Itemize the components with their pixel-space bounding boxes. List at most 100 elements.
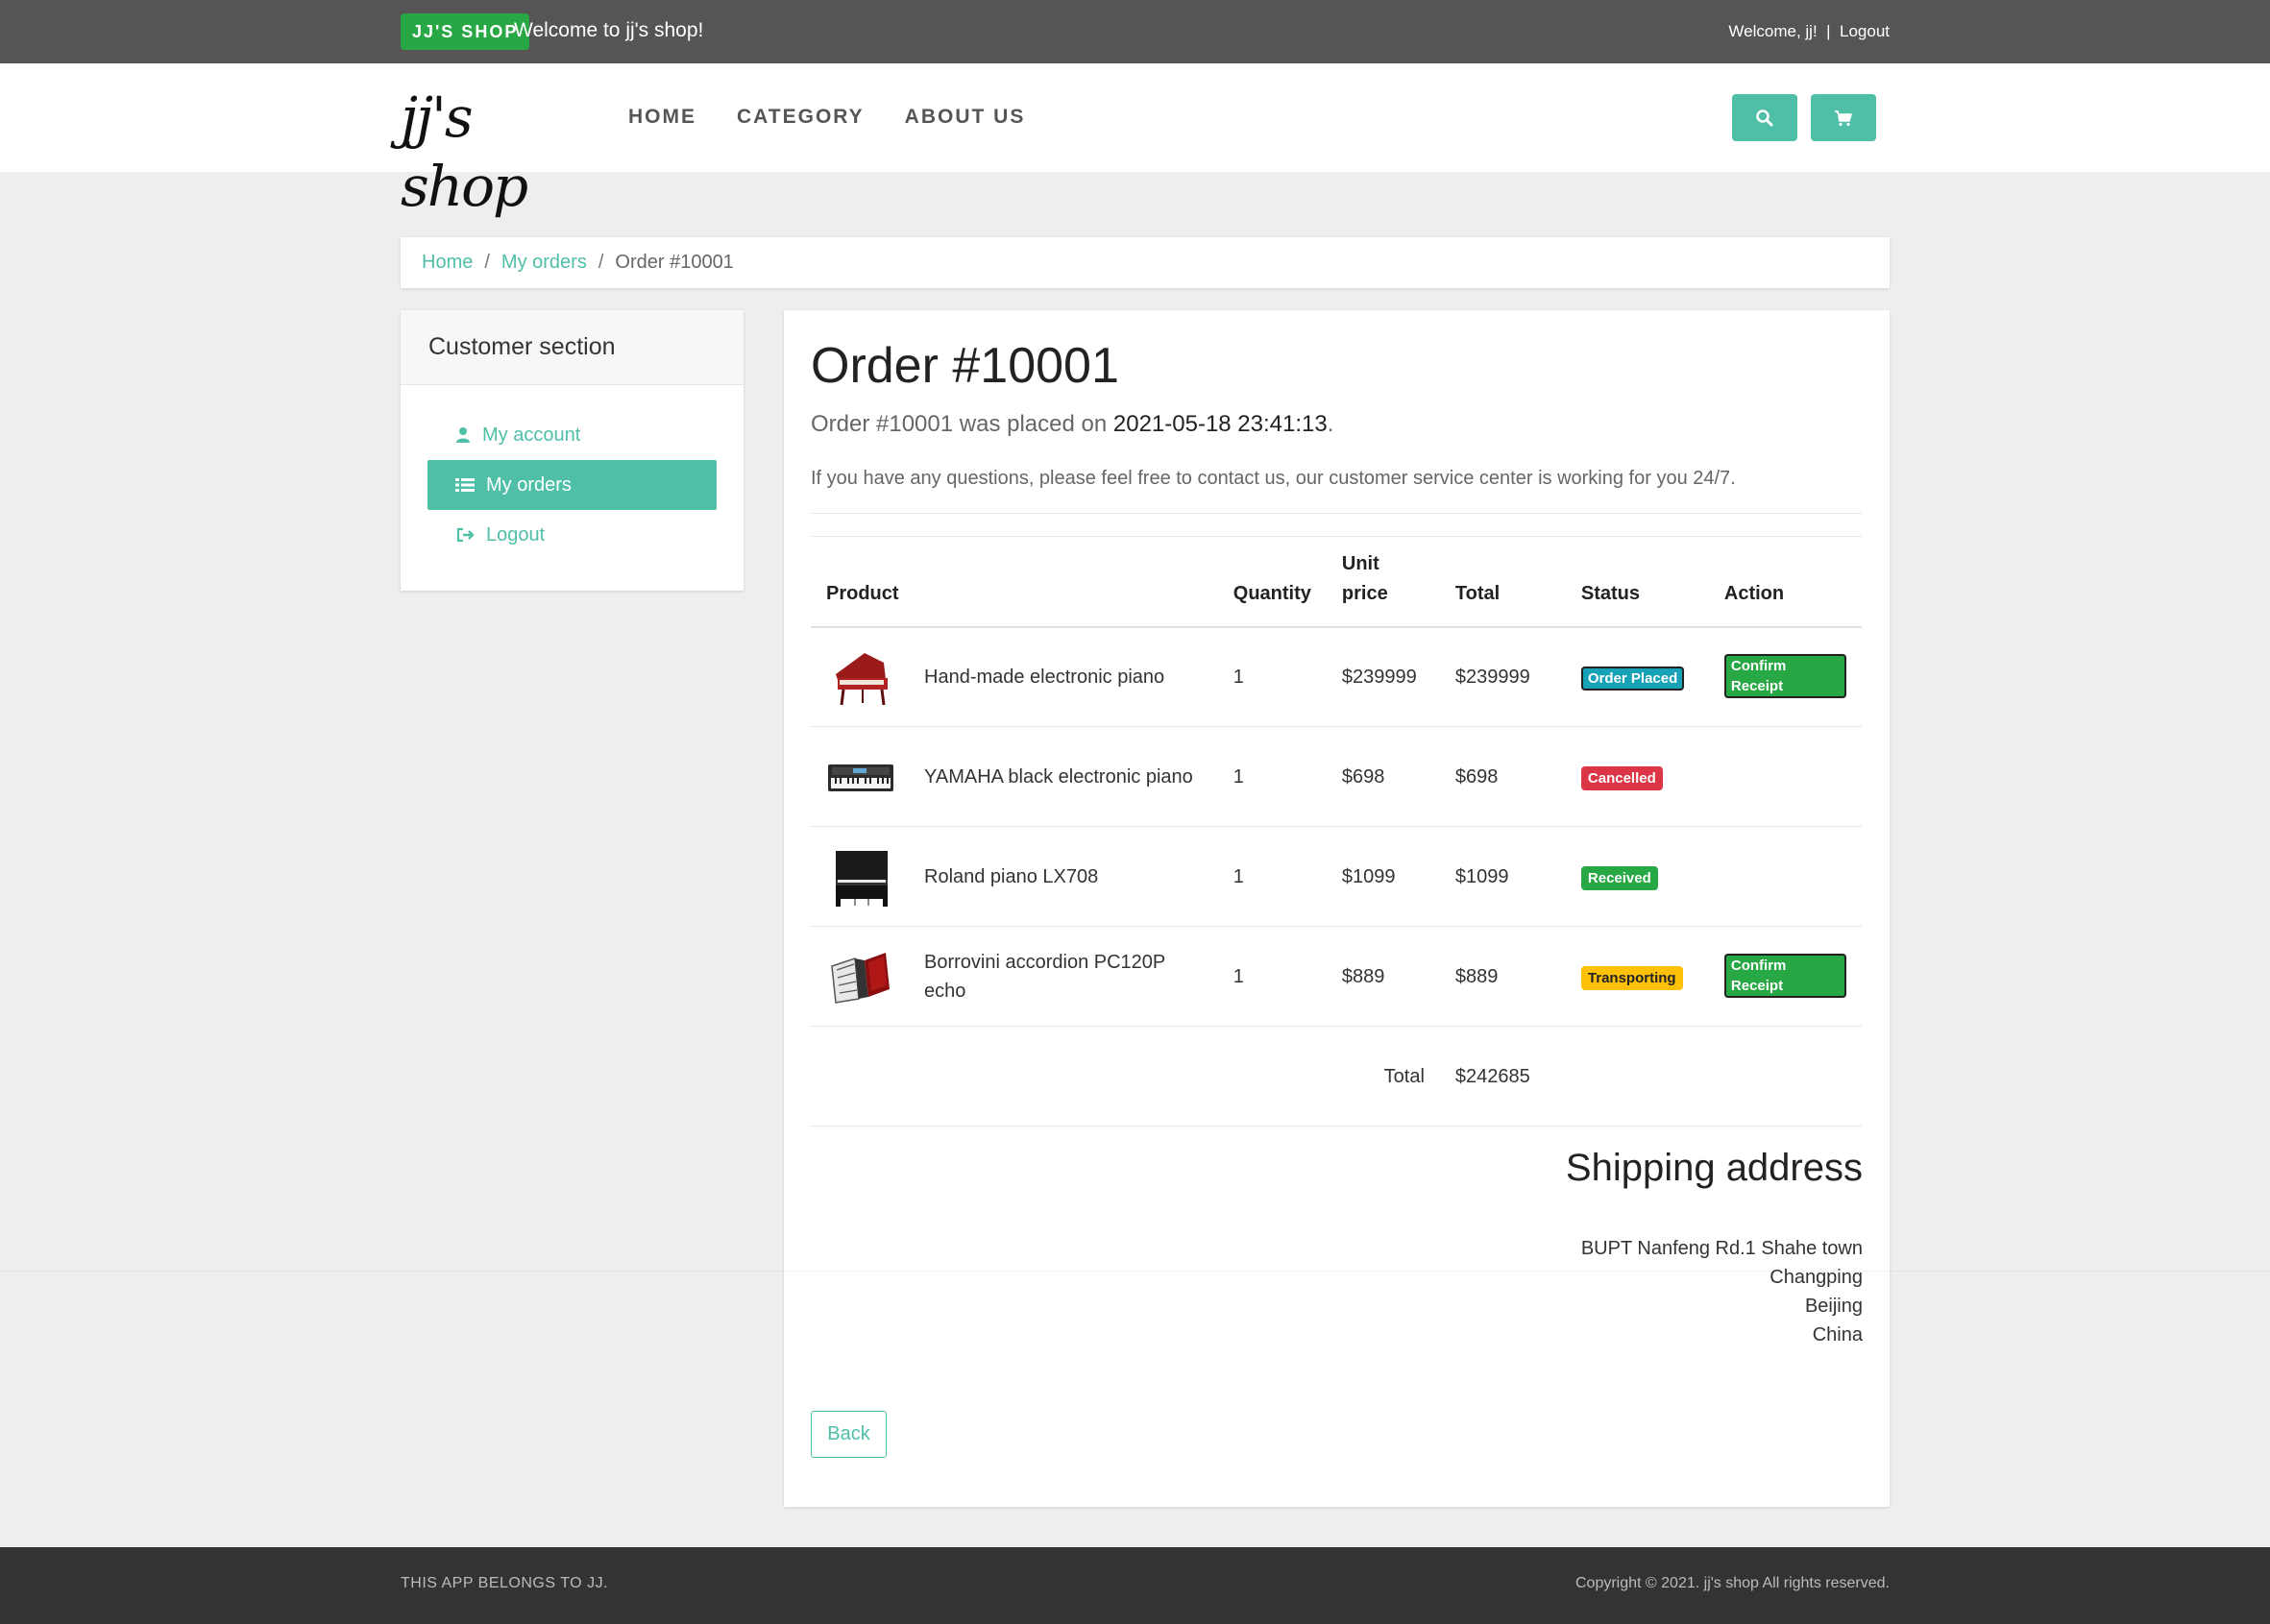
back-button[interactable]: Back (811, 1411, 887, 1458)
breadcrumb: Home / My orders / Order #10001 (401, 237, 1890, 288)
action-cell: Confirm Receipt (1708, 926, 1862, 1027)
product-total: $698 (1439, 726, 1566, 827)
breadcrumb-home[interactable]: Home (422, 252, 473, 274)
shipping-line: Changping (1770, 1267, 1863, 1288)
table-row: Roland piano LX708 1 $1099 $1099 Receive… (811, 826, 1862, 927)
product-name[interactable]: Borrovini accordion PC120P echo (909, 926, 1218, 1027)
status-badge: Transporting (1580, 965, 1683, 990)
order-date: 2021-05-18 23:41:13 (1112, 411, 1328, 437)
sidebar-item-logout[interactable]: Logout (427, 510, 717, 560)
product-image-cell (811, 726, 909, 827)
search-button[interactable] (1732, 94, 1797, 141)
sidebar-item-label: My account (482, 424, 581, 446)
accordion-image[interactable] (826, 945, 895, 1008)
status-cell: Cancelled (1565, 726, 1709, 827)
product-name[interactable]: Roland piano LX708 (909, 826, 1218, 927)
keyboard-image[interactable] (826, 745, 895, 809)
breadcrumb-separator: / (598, 252, 604, 273)
confirm-receipt-button[interactable]: Confirm Receipt (1723, 654, 1846, 699)
breadcrumb-current: Order #10001 (615, 252, 734, 273)
main-navbar: jj's shop HOME CATEGORY ABOUT US (0, 63, 2270, 219)
table-row: Borrovini accordion PC120P echo 1 $889 $… (811, 926, 1862, 1027)
order-total-row: Total $242685 (811, 1026, 1862, 1127)
upright-piano-image[interactable] (826, 845, 895, 909)
action-cell: Confirm Receipt (1708, 626, 1862, 727)
total-spacer (1565, 1026, 1709, 1127)
action-cell (1708, 826, 1862, 927)
sidebar-menu: My account My orders Logout (401, 385, 744, 560)
search-icon (1756, 109, 1773, 126)
sidebar-title: Customer section (401, 310, 744, 385)
product-total: $889 (1439, 926, 1566, 1027)
product-unit-price: $889 (1326, 926, 1440, 1027)
shipping-address-title: Shipping address (1565, 1147, 1863, 1189)
separator: | (1826, 22, 1831, 40)
order-placed-info: Order #10001 was placed on 2021-05-18 23… (811, 408, 1333, 441)
confirm-receipt-button[interactable]: Confirm Receipt (1723, 954, 1846, 998)
site-logo[interactable]: jj's shop (401, 83, 588, 219)
status-cell: Received (1565, 826, 1709, 927)
total-spacer (1708, 1026, 1862, 1127)
user-icon (456, 427, 470, 443)
welcome-message: Welcome to jj's shop! (514, 19, 704, 41)
column-header-unit-price: Unit price (1326, 536, 1440, 628)
cart-button[interactable] (1811, 94, 1876, 141)
order-title: Order #10001 (811, 338, 1119, 394)
divider (811, 513, 1862, 514)
sign-out-icon (456, 527, 475, 543)
action-cell (1708, 726, 1862, 827)
product-unit-price: $239999 (1326, 626, 1440, 727)
status-badge: Received (1580, 865, 1658, 890)
sidebar-item-my-orders[interactable]: My orders (427, 460, 717, 510)
nav-home-link[interactable]: HOME (628, 106, 696, 129)
sidebar-item-my-account[interactable]: My account (427, 410, 717, 460)
footer-note: THIS APP BELONGS TO JJ. (401, 1575, 609, 1591)
nav-about-link[interactable]: ABOUT US (905, 106, 1026, 129)
status-cell: Order Placed (1565, 626, 1709, 727)
breadcrumb-my-orders[interactable]: My orders (501, 252, 587, 274)
order-items-table: Product Quantity Unit price Total Status … (811, 536, 1862, 1127)
top-bar: JJ'S SHOP Welcome to jj's shop! Welcome,… (0, 0, 2270, 63)
status-badge: Cancelled (1580, 765, 1663, 790)
customer-sidebar: Customer section My account My orders Lo… (401, 310, 744, 591)
product-total: $239999 (1439, 626, 1566, 727)
top-logout-link[interactable]: Logout (1840, 22, 1890, 40)
sidebar-item-label: Logout (486, 523, 546, 545)
shop-badge: JJ'S SHOP (401, 13, 530, 50)
list-icon (455, 478, 475, 492)
status-cell: Transporting (1565, 926, 1709, 1027)
product-image-cell (811, 626, 909, 727)
order-detail-panel: Order #10001 Order #10001 was placed on … (784, 310, 1890, 1507)
product-quantity: 1 (1217, 826, 1327, 927)
nav-links: HOME CATEGORY ABOUT US (628, 106, 1025, 129)
breadcrumb-separator: / (484, 252, 490, 273)
column-header-unit-price-line2: price (1341, 582, 1388, 604)
product-quantity: 1 (1217, 626, 1327, 727)
red-grand-piano-image[interactable] (826, 645, 895, 709)
user-greeting[interactable]: Welcome, jj! (1728, 22, 1817, 40)
product-quantity: 1 (1217, 926, 1327, 1027)
shipping-line: Beijing (1804, 1296, 1863, 1317)
shipping-line: China (1812, 1324, 1863, 1345)
product-unit-price: $698 (1326, 726, 1440, 827)
order-total-value: $242685 (1439, 1026, 1566, 1127)
table-row: YAMAHA black electronic piano 1 $698 $69… (811, 726, 1862, 827)
sidebar-item-label: My orders (486, 473, 572, 496)
product-total: $1099 (1439, 826, 1566, 927)
product-name[interactable]: YAMAHA black electronic piano (909, 726, 1218, 827)
status-badge: Order Placed (1580, 666, 1685, 691)
order-placed-suffix: . (1327, 411, 1334, 437)
cart-icon (1835, 109, 1852, 126)
footer: THIS APP BELONGS TO JJ. Copyright © 2021… (0, 1547, 2270, 1624)
column-header-total: Total (1439, 536, 1566, 628)
product-image-cell (811, 926, 909, 1027)
shipping-line: BUPT Nanfeng Rd.1 Shahe town (1580, 1238, 1863, 1259)
footer-copyright: Copyright © 2021. jj's shop All rights r… (1575, 1575, 1890, 1591)
column-header-product: Product (811, 536, 1218, 628)
column-header-action: Action (1708, 536, 1862, 628)
product-name[interactable]: Hand-made electronic piano (909, 626, 1218, 727)
table-row: Hand-made electronic piano 1 $239999 $23… (811, 626, 1862, 727)
order-placed-prefix: Order #10001 was placed on (811, 411, 1113, 437)
order-contact-note: If you have any questions, please feel f… (811, 468, 1736, 489)
nav-category-link[interactable]: CATEGORY (737, 106, 865, 129)
